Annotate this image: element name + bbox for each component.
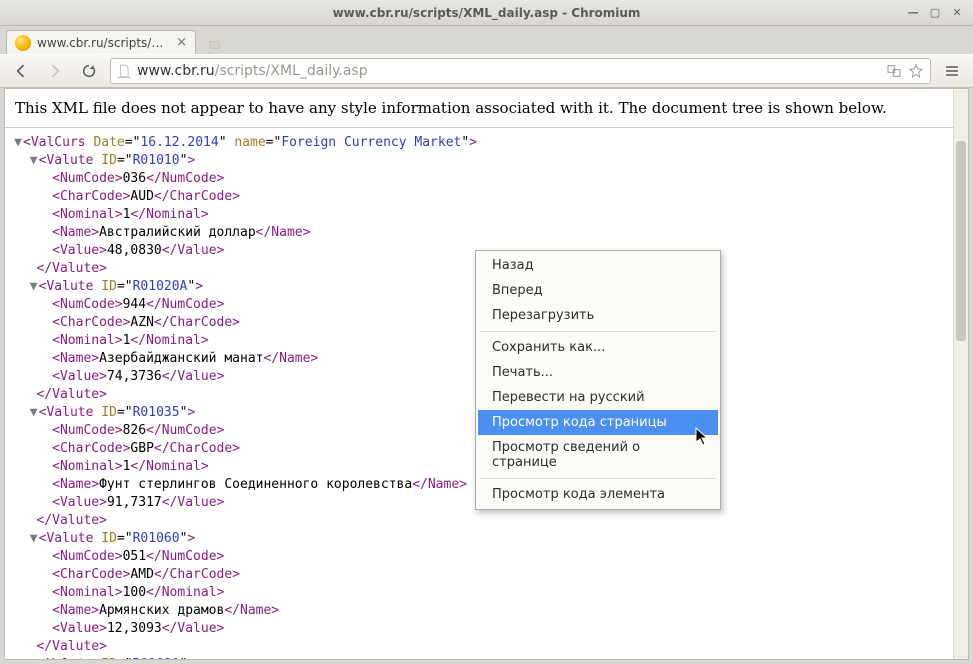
expand-toggle[interactable]: ▼ bbox=[29, 656, 39, 660]
window-close-button[interactable]: ✕ bbox=[947, 5, 967, 21]
bookmark-star-icon[interactable] bbox=[908, 63, 924, 79]
menu-item[interactable]: Назад bbox=[478, 253, 718, 278]
menu-separator bbox=[480, 478, 716, 479]
tab-strip: www.cbr.ru/scripts/XML... × bbox=[0, 26, 973, 54]
page-icon bbox=[117, 64, 131, 78]
menu-icon bbox=[944, 63, 960, 79]
tab-active[interactable]: www.cbr.ru/scripts/XML... × bbox=[6, 30, 196, 54]
menu-item[interactable]: Просмотр кода элемента bbox=[478, 482, 718, 507]
menu-item[interactable]: Перевести на русский bbox=[478, 385, 718, 410]
expand-toggle[interactable]: ▼ bbox=[29, 152, 39, 170]
reload-icon bbox=[81, 63, 97, 79]
back-button[interactable] bbox=[8, 58, 34, 84]
url-text: www.cbr.ru/scripts/XML_daily.asp bbox=[137, 63, 880, 79]
menu-item[interactable]: Перезагрузить bbox=[478, 303, 718, 328]
address-bar[interactable]: www.cbr.ru/scripts/XML_daily.asp bbox=[110, 58, 931, 84]
arrow-right-icon bbox=[47, 63, 63, 79]
menu-separator bbox=[480, 331, 716, 332]
window-minimize-button[interactable]: — bbox=[903, 5, 923, 21]
context-menu[interactable]: НазадВпередПерезагрузить Сохранить как...… bbox=[475, 250, 721, 510]
toolbar: www.cbr.ru/scripts/XML_daily.asp bbox=[0, 54, 973, 88]
translate-icon[interactable] bbox=[886, 63, 902, 79]
mouse-cursor bbox=[695, 427, 711, 451]
window-title: www.cbr.ru/scripts/XML_daily.asp - Chrom… bbox=[0, 6, 973, 20]
arrow-left-icon bbox=[13, 63, 29, 79]
menu-button[interactable] bbox=[939, 58, 965, 84]
favicon-icon bbox=[15, 35, 31, 51]
menu-item[interactable]: Печать... bbox=[478, 360, 718, 385]
expand-toggle[interactable]: ▼ bbox=[29, 530, 39, 548]
new-tab-button[interactable] bbox=[202, 36, 226, 54]
reload-button[interactable] bbox=[76, 58, 102, 84]
expand-toggle[interactable]: ▼ bbox=[29, 278, 39, 296]
tab-close-button[interactable]: × bbox=[176, 35, 187, 50]
window-maximize-button[interactable]: ▢ bbox=[925, 5, 945, 21]
menu-item[interactable]: Вперед bbox=[478, 278, 718, 303]
expand-toggle[interactable]: ▼ bbox=[29, 404, 39, 422]
scrollbar-thumb[interactable] bbox=[956, 141, 966, 341]
tab-title: www.cbr.ru/scripts/XML... bbox=[37, 36, 168, 50]
menu-item[interactable]: Сохранить как... bbox=[478, 335, 718, 360]
plus-icon bbox=[207, 38, 221, 52]
expand-toggle[interactable]: ▼ bbox=[13, 134, 23, 152]
menu-item[interactable]: Просмотр сведений о странице bbox=[478, 435, 718, 475]
xml-notice: This XML file does not appear to have an… bbox=[5, 89, 968, 128]
forward-button[interactable] bbox=[42, 58, 68, 84]
window-titlebar: www.cbr.ru/scripts/XML_daily.asp - Chrom… bbox=[0, 0, 973, 26]
vertical-scrollbar[interactable] bbox=[953, 89, 968, 659]
menu-item[interactable]: Просмотр кода страницы bbox=[478, 410, 718, 435]
